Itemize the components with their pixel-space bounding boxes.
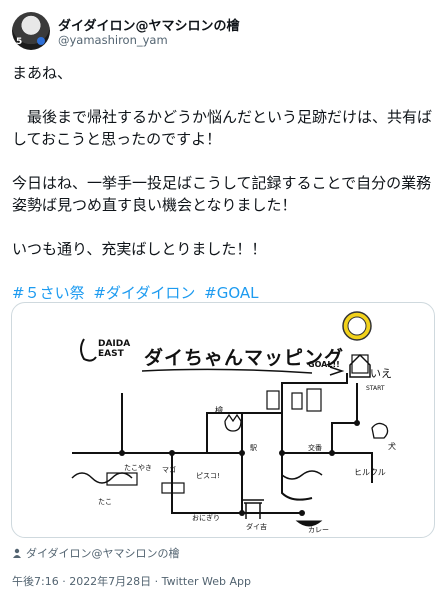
dog-label: 犬: [388, 442, 396, 451]
avatar-badge: 5: [16, 37, 23, 47]
tweet-media-image[interactable]: DAIDA EAST ダイちゃんマッピング GOAL!! いえ START 檜 …: [11, 302, 435, 538]
map-roads: [72, 373, 373, 514]
image-credit[interactable]: ダイダイロン@ヤマシロンの檜: [12, 545, 180, 561]
dog-icon: [371, 422, 389, 439]
sticker-badge-face: [347, 316, 367, 336]
higuruma-label: ヒルクル: [354, 468, 386, 477]
hashtag-link[interactable]: #ダイダイロン: [93, 284, 195, 302]
hashtag-link[interactable]: #GOAL: [204, 284, 258, 302]
takoyaki-label: たこやき: [124, 464, 152, 472]
house-icon: [349, 353, 371, 378]
hinoki-label: 檜: [215, 406, 223, 415]
hashtag-list: #５さい祭 #ダイダイロン #GOAL: [12, 282, 437, 304]
tweet-metadata[interactable]: 午後7:16 · 2022年7月28日 · Twitter Web App: [12, 573, 251, 589]
squiggle-path-2: [281, 470, 323, 480]
cat-icon: [224, 413, 242, 432]
hashtag-link[interactable]: #５さい祭: [12, 284, 85, 302]
logo-text-line1: DAIDA: [98, 339, 131, 349]
house-label: いえ: [370, 367, 392, 380]
station-label: 駅: [250, 444, 257, 452]
logo-mark: [80, 338, 97, 362]
mago-label: マゴ: [162, 466, 176, 474]
tweet-paragraph: 最後まで帰社するかどうか悩んだという足跡だけは、共有ばしておこうと思ったのですよ…: [12, 108, 433, 148]
torii-icon: [242, 499, 264, 519]
squiggle-path: [71, 472, 133, 484]
pizza-label: ピスコ!: [196, 472, 220, 480]
goal-label: GOAL!!: [308, 360, 340, 369]
koban-label: 交番: [308, 444, 322, 452]
avatar[interactable]: 5: [12, 12, 50, 50]
tweet-paragraph: 今日はね、一挙手一投足ばこうして記録することで自分の業務姿勢ば見つめ直す良い機会…: [12, 174, 432, 214]
display-name[interactable]: ダイダイロン@ヤマシロンの檜: [58, 15, 239, 34]
daikichi-label: ダイ吉: [246, 523, 267, 531]
tweet-paragraph: いつも通り、充実ばしとりました！！: [12, 240, 267, 258]
hand-drawn-map: [71, 311, 389, 527]
map-stops: [119, 420, 360, 516]
person-icon: [13, 548, 21, 558]
tako-label: たこ: [98, 498, 112, 506]
curry-label: カレー: [308, 526, 329, 534]
user-handle[interactable]: @yamashiron_yam: [58, 33, 168, 47]
onigiri-label: おにぎり: [192, 514, 220, 522]
tweet-header: 5 ダイダイロン@ヤマシロンの檜 @yamashiron_yam: [12, 12, 434, 52]
logo-text-line2: EAST: [98, 349, 124, 359]
credit-text: ダイダイロン@ヤマシロンの檜: [26, 547, 180, 560]
start-label: START: [366, 385, 385, 392]
tweet-text: まあね、 最後まで帰社するかどうか悩んだという足跡だけは、共有ばしておこうと思っ…: [12, 62, 437, 304]
avatar-status-dot: [37, 37, 45, 45]
tweet-paragraph: まあね、: [12, 64, 73, 82]
